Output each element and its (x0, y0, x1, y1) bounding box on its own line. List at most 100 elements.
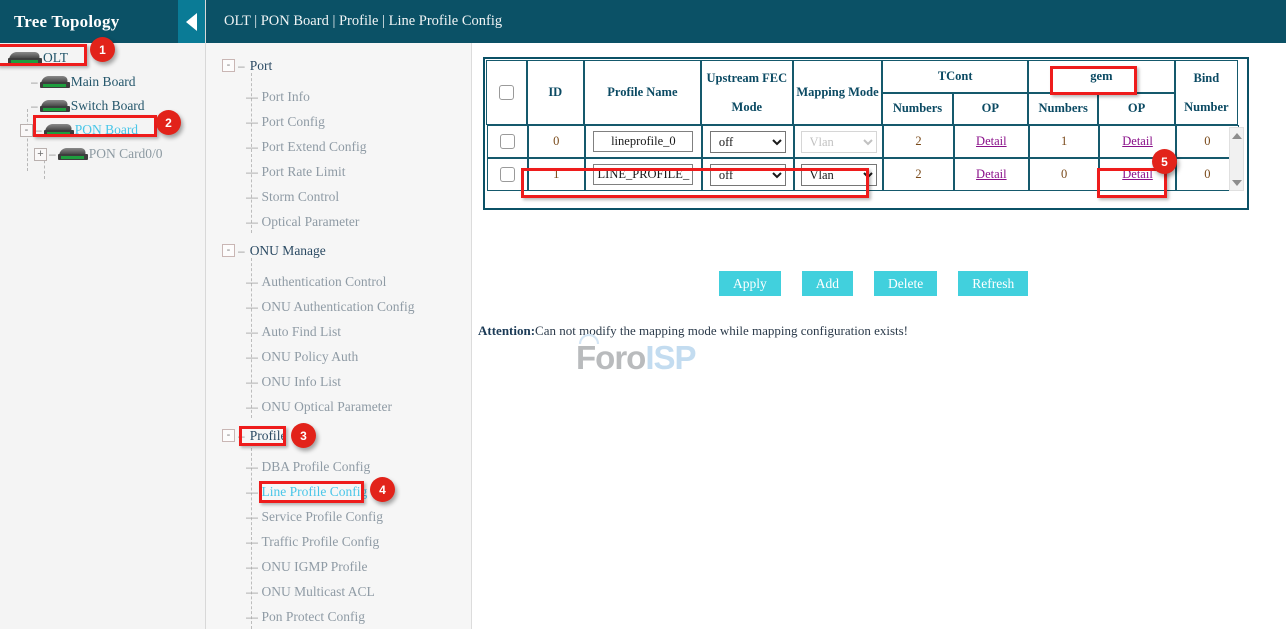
menu-item-label: Port Extend Config (262, 139, 367, 155)
tree-node-pon-board[interactable]: - – PON Board (0, 118, 205, 142)
menu-item-service-profile-config[interactable]: — Service Profile Config (206, 504, 471, 529)
row-tcont-numbers-cell: 2 (883, 158, 953, 191)
menu-item-port-extend-config[interactable]: — Port Extend Config (206, 134, 471, 159)
upstream-fec-select[interactable]: off (710, 131, 786, 153)
menu-item-onu-info-list[interactable]: — ONU Info List (206, 369, 471, 394)
menu-branch-icon: — (246, 115, 258, 129)
table-row[interactable]: 1 off Vlan (487, 158, 1239, 191)
menu-dash-icon: – (238, 244, 245, 258)
menu-dash-icon: – (238, 59, 245, 73)
menu-branch-icon: — (246, 510, 258, 524)
menu-item-label: Port Info (262, 89, 310, 105)
triangle-left-icon (186, 13, 197, 31)
tree-node-olt[interactable]: OLT (0, 46, 205, 70)
mapping-mode-select[interactable]: Vlan (801, 164, 877, 186)
tree-node-label: Main Board (71, 74, 136, 90)
menu-dash-icon: – (238, 429, 245, 443)
line-profile-table-body: 0 off Vlan (487, 125, 1239, 191)
tree-node-pon-card[interactable]: + – PON Card0/0 (0, 142, 205, 166)
tree-node-label: PON Card0/0 (89, 146, 163, 162)
tcont-detail-link[interactable]: Detail (976, 134, 1007, 148)
menu-item-line-profile-config[interactable]: — Line Profile Config (206, 479, 471, 504)
row-upstream-fec-cell: off (702, 158, 794, 191)
line-profile-table-frame: ID Profile Name Upstream FEC Mode Mappin… (483, 57, 1249, 210)
table-vertical-scrollbar[interactable] (1229, 127, 1244, 191)
menu-item-port-config[interactable]: — Port Config (206, 109, 471, 134)
add-button[interactable]: Add (802, 271, 853, 296)
menu-group-label: Profile (250, 428, 287, 444)
menu-item-label: Traffic Profile Config (262, 534, 380, 550)
menu-group-port[interactable]: - – Port (206, 53, 471, 78)
row-checkbox[interactable] (500, 134, 515, 149)
menu-item-onu-authentication-config[interactable]: — ONU Authentication Config (206, 294, 471, 319)
menu-branch-icon: — (246, 215, 258, 229)
menu-item-onu-optical-parameter[interactable]: — ONU Optical Parameter (206, 394, 471, 419)
table-row[interactable]: 0 off Vlan (487, 125, 1239, 158)
tree-panel-title: Tree Topology (0, 12, 119, 32)
menu-branch-icon: — (246, 460, 258, 474)
menu-item-dba-profile-config[interactable]: — DBA Profile Config (206, 454, 471, 479)
scroll-up-arrow-icon[interactable] (1230, 129, 1243, 142)
refresh-button[interactable]: Refresh (958, 271, 1028, 296)
row-tcont-op-cell: Detail (954, 125, 1029, 158)
gem-detail-link[interactable]: Detail (1122, 134, 1153, 148)
id-header: ID (527, 60, 584, 125)
menu-group-profile[interactable]: - – Profile (206, 423, 471, 448)
menu-item-onu-policy-auth[interactable]: — ONU Policy Auth (206, 344, 471, 369)
menu-item-label: ONU Optical Parameter (262, 399, 392, 415)
tree-expander-collapse-icon[interactable]: - (20, 124, 33, 137)
main-content-area: ID Profile Name Upstream FEC Mode Mappin… (473, 43, 1286, 629)
menu-item-onu-multicast-acl[interactable]: — ONU Multicast ACL (206, 579, 471, 604)
menu-item-onu-igmp-profile[interactable]: — ONU IGMP Profile (206, 554, 471, 579)
menu-group-label: ONU Manage (250, 243, 326, 259)
apply-button[interactable]: Apply (719, 271, 781, 296)
menu-expander-icon[interactable]: - (222, 244, 235, 257)
tree-dash-icon: – (31, 75, 38, 89)
menu-branch-icon: — (246, 535, 258, 549)
delete-button[interactable]: Delete (874, 271, 937, 296)
navigation-menu-panel: - – Port — Port Info — Port Config — Por… (206, 43, 472, 629)
menu-item-label: Line Profile Config (262, 484, 368, 500)
menu-item-label: DBA Profile Config (262, 459, 371, 475)
menu-item-storm-control[interactable]: — Storm Control (206, 184, 471, 209)
menu-item-label: ONU Policy Auth (262, 349, 359, 365)
select-all-checkbox[interactable] (499, 85, 514, 100)
row-checkbox[interactable] (500, 167, 515, 182)
menu-item-port-rate-limit[interactable]: — Port Rate Limit (206, 159, 471, 184)
bind-header-line2: Number (1176, 100, 1237, 115)
menu-group-onu-manage[interactable]: - – ONU Manage (206, 238, 471, 263)
gem-detail-link[interactable]: Detail (1122, 167, 1153, 181)
menu-expander-icon[interactable]: - (222, 429, 235, 442)
tree-expander-expand-icon[interactable]: + (34, 148, 47, 161)
tree-topology-panel: Tree Topology OLT – Main B (0, 0, 206, 629)
profile-name-input[interactable] (593, 164, 693, 185)
menu-item-pon-protect-config[interactable]: — Pon Protect Config (206, 604, 471, 629)
menu-branch-icon: — (246, 165, 258, 179)
bind-header-line1: Bind (1176, 71, 1237, 86)
tcont-detail-link[interactable]: Detail (976, 167, 1007, 181)
upstream-fec-mode-header: Upstream FEC Mode (701, 60, 793, 125)
gem-group-header: gem (1028, 60, 1175, 93)
menu-item-auto-find-list[interactable]: — Auto Find List (206, 319, 471, 344)
device-board-icon (40, 100, 70, 112)
menu-item-label: Storm Control (262, 189, 340, 205)
menu-expander-icon[interactable]: - (222, 59, 235, 72)
menu-item-label: Port Rate Limit (262, 164, 346, 180)
profile-name-input[interactable] (593, 131, 693, 152)
menu-item-port-info[interactable]: — Port Info (206, 84, 471, 109)
menu-item-optical-parameter[interactable]: — Optical Parameter (206, 209, 471, 234)
tree-dash-icon: – (31, 99, 38, 113)
row-mapping-mode-cell: Vlan (794, 158, 884, 191)
application-window: Tree Topology OLT – Main B (0, 0, 1286, 629)
menu-item-authentication-control[interactable]: — Authentication Control (206, 269, 471, 294)
watermark-part-isp: ISP (645, 339, 695, 376)
collapse-panel-button[interactable] (178, 0, 205, 43)
tree-dash-icon: – (49, 147, 56, 161)
line-profile-table-body-scroll[interactable]: 0 off Vlan (486, 125, 1250, 208)
upstream-fec-select[interactable]: off (710, 164, 786, 186)
scroll-down-arrow-icon[interactable] (1230, 176, 1243, 189)
tree-node-main-board[interactable]: – Main Board (0, 70, 205, 94)
menu-item-traffic-profile-config[interactable]: — Traffic Profile Config (206, 529, 471, 554)
tree-node-switch-board[interactable]: – Switch Board (0, 94, 205, 118)
breadcrumb: OLT | PON Board | Profile | Line Profile… (206, 13, 502, 30)
